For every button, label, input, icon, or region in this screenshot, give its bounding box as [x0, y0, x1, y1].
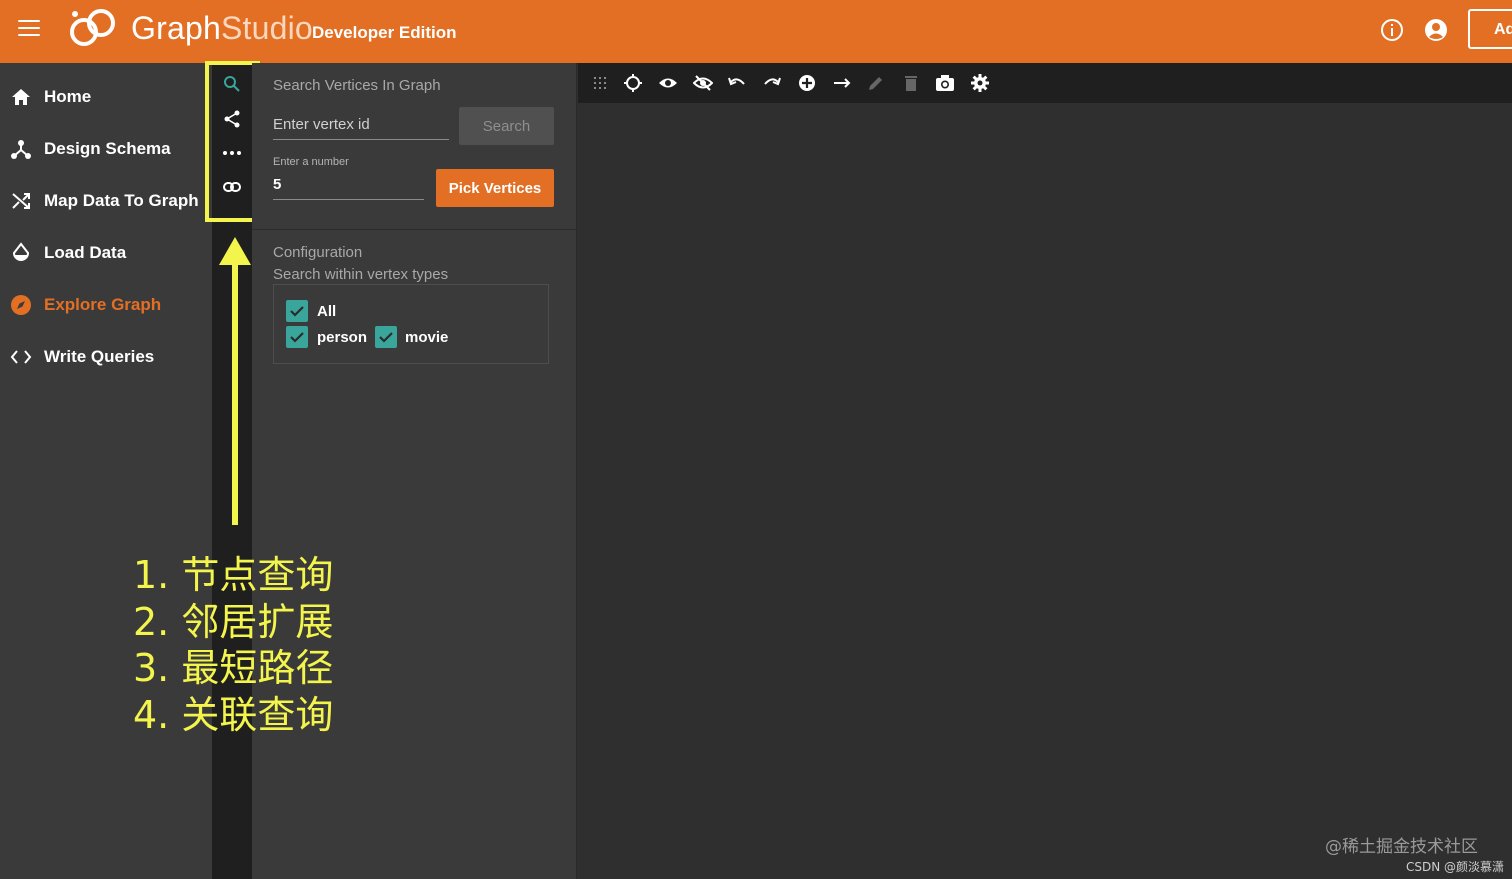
camera-icon[interactable]	[935, 73, 955, 93]
checkbox-person-label: person	[317, 329, 368, 346]
delete-icon[interactable]	[901, 73, 921, 93]
nav-label-write-queries: Write Queries	[44, 347, 155, 366]
code-icon	[10, 350, 32, 364]
add-circle-icon[interactable]	[797, 73, 817, 93]
number-input[interactable]	[273, 170, 424, 200]
top-app-bar: GraphStudio Developer Edition Ad	[0, 0, 1512, 63]
settings-gear-icon[interactable]	[970, 73, 990, 93]
annotation-line-4: 4. 关联查询	[133, 693, 334, 737]
search-button[interactable]: Search	[459, 107, 554, 145]
redo-icon[interactable]	[762, 73, 782, 93]
configuration-subtitle: Search within vertex types	[273, 266, 449, 283]
nav-label-map-data: Map Data To Graph	[44, 191, 199, 210]
checkbox-movie[interactable]	[375, 326, 397, 348]
nav-label-design-schema: Design Schema	[44, 139, 171, 158]
checkbox-person[interactable]	[286, 326, 308, 348]
eye-off-icon[interactable]	[693, 73, 713, 93]
nav-item-design-schema[interactable]: Design Schema	[0, 129, 212, 169]
checkbox-all-label: All	[317, 303, 337, 320]
compass-icon	[11, 295, 31, 315]
undo-icon[interactable]	[727, 73, 747, 93]
pick-vertices-button[interactable]: Pick Vertices	[436, 169, 554, 207]
check-icon	[290, 332, 304, 343]
brand-name: GraphStudio	[131, 10, 313, 47]
nav-item-map-data[interactable]: Map Data To Graph	[0, 181, 212, 221]
nav-label-explore-graph: Explore Graph	[44, 295, 162, 314]
account-circle-icon[interactable]	[1424, 18, 1448, 42]
eye-icon[interactable]	[658, 73, 678, 93]
brand-graph: Graph	[131, 10, 221, 46]
nav-item-write-queries[interactable]: Write Queries	[0, 337, 212, 377]
shuffle-icon	[12, 193, 30, 209]
check-icon	[379, 332, 393, 343]
watermark-csdn: CSDN @颜淡慕潇	[1406, 860, 1505, 874]
configuration-title: Configuration	[273, 244, 363, 261]
checkbox-movie-label: movie	[405, 329, 449, 346]
annotation-arrow	[219, 237, 251, 525]
nav-item-home[interactable]: Home	[0, 77, 212, 117]
number-field-label: Enter a number	[273, 156, 349, 168]
check-icon	[290, 306, 304, 317]
vertex-id-input[interactable]	[273, 110, 449, 140]
hamburger-menu-icon[interactable]	[18, 20, 40, 40]
arrow-right-icon[interactable]	[832, 73, 852, 93]
vertex-type-box: All person movie	[273, 284, 549, 364]
nav-item-explore-graph[interactable]: Explore Graph	[0, 285, 212, 325]
search-panel-title: Search Vertices In Graph	[273, 77, 441, 94]
home-icon	[12, 89, 30, 105]
nav-label-load-data: Load Data	[44, 243, 127, 262]
brand-studio: Studio	[220, 10, 313, 46]
panel-divider	[252, 229, 577, 230]
nav-label-home: Home	[44, 87, 92, 106]
graphstudio-logo	[70, 9, 115, 46]
graph-toolbar	[578, 63, 1512, 103]
drop-icon	[12, 242, 30, 261]
info-icon[interactable]	[1380, 18, 1404, 42]
watermark-juejin: @稀土掘金技术社区	[1325, 837, 1478, 857]
schema-icon	[11, 140, 31, 159]
search-panel: Search Vertices In Graph Search Enter a …	[252, 63, 577, 879]
graph-canvas[interactable]	[578, 103, 1512, 879]
edit-pencil-icon[interactable]	[866, 73, 886, 93]
grid-icon[interactable]	[590, 73, 610, 93]
nav-item-load-data[interactable]: Load Data	[0, 233, 212, 273]
edition-label: Developer Edition	[312, 23, 457, 42]
locate-icon[interactable]	[623, 73, 643, 93]
checkbox-all[interactable]	[286, 300, 308, 322]
left-nav: Home Design Schema Map Data To Graph Loa…	[0, 63, 212, 879]
add-button[interactable]: Ad	[1468, 9, 1512, 49]
